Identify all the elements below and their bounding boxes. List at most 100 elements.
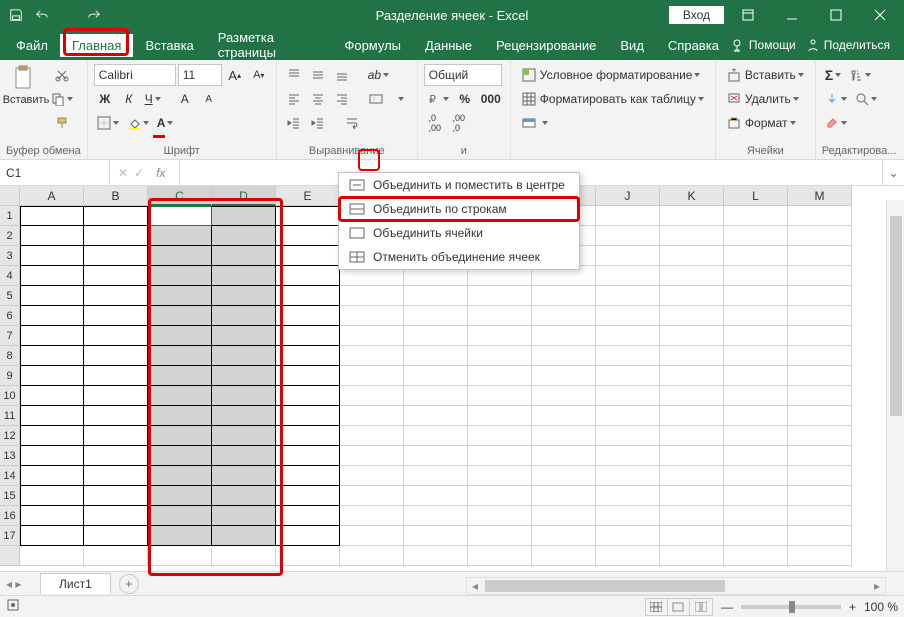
cell[interactable] — [468, 346, 532, 366]
cell[interactable] — [20, 306, 84, 326]
cell[interactable] — [20, 386, 84, 406]
cell[interactable] — [340, 486, 404, 506]
merge-button[interactable] — [365, 88, 387, 110]
cell[interactable] — [660, 506, 724, 526]
cell[interactable] — [84, 346, 148, 366]
cell[interactable] — [788, 366, 852, 386]
cell[interactable] — [148, 326, 212, 346]
cell[interactable] — [404, 286, 468, 306]
paste-button[interactable]: Вставить — [6, 64, 46, 108]
cell[interactable] — [84, 446, 148, 466]
cell[interactable] — [596, 406, 660, 426]
name-box[interactable]: C1 — [0, 160, 110, 185]
format-as-table-button[interactable]: Форматировать как таблицу — [517, 88, 709, 110]
cell[interactable] — [84, 246, 148, 266]
ribbon-options-button[interactable] — [728, 0, 768, 30]
column-header-L[interactable]: L — [724, 186, 788, 206]
undo-button[interactable] — [30, 3, 54, 27]
column-header-E[interactable]: E — [276, 186, 340, 206]
cell[interactable] — [276, 446, 340, 466]
cell[interactable] — [276, 466, 340, 486]
autosum-button[interactable]: Σ — [822, 64, 844, 86]
align-right-button[interactable] — [331, 88, 353, 110]
cell[interactable] — [148, 506, 212, 526]
page-layout-view-button[interactable] — [668, 599, 690, 615]
cell[interactable] — [660, 286, 724, 306]
cell[interactable] — [84, 526, 148, 546]
cell[interactable] — [532, 406, 596, 426]
cell[interactable] — [84, 386, 148, 406]
cell[interactable] — [20, 286, 84, 306]
cell[interactable] — [340, 426, 404, 446]
cell[interactable] — [660, 326, 724, 346]
merge-dropdown[interactable] — [389, 88, 411, 110]
cell[interactable] — [84, 366, 148, 386]
cell[interactable] — [276, 486, 340, 506]
cell[interactable] — [532, 326, 596, 346]
cell[interactable] — [404, 326, 468, 346]
cell[interactable] — [596, 326, 660, 346]
cell[interactable] — [788, 446, 852, 466]
tab-data[interactable]: Данные — [413, 34, 484, 57]
row-header-16[interactable]: 16 — [0, 506, 20, 526]
fill-button[interactable] — [822, 88, 850, 110]
cell[interactable] — [212, 366, 276, 386]
cell[interactable] — [468, 306, 532, 326]
cell[interactable] — [148, 426, 212, 446]
cell[interactable] — [404, 486, 468, 506]
wrap-text-button[interactable] — [341, 112, 363, 134]
cell[interactable] — [532, 346, 596, 366]
cell[interactable] — [404, 386, 468, 406]
cell[interactable] — [660, 426, 724, 446]
cell[interactable] — [212, 326, 276, 346]
grow-font-button[interactable]: A▴ — [224, 64, 246, 86]
bold-button[interactable]: Ж — [94, 88, 116, 110]
column-header-K[interactable]: K — [660, 186, 724, 206]
cell[interactable] — [532, 446, 596, 466]
tab-layout[interactable]: Разметка страницы — [206, 26, 333, 64]
cell[interactable] — [660, 366, 724, 386]
cell[interactable] — [724, 246, 788, 266]
cell[interactable] — [84, 426, 148, 446]
cell[interactable] — [84, 226, 148, 246]
cell[interactable] — [468, 526, 532, 546]
zoom-level[interactable]: 100 % — [864, 600, 898, 614]
cell[interactable] — [20, 346, 84, 366]
cell[interactable] — [596, 306, 660, 326]
cell[interactable] — [660, 486, 724, 506]
row-header-18[interactable] — [0, 546, 20, 566]
cell[interactable] — [468, 426, 532, 446]
cell[interactable] — [596, 466, 660, 486]
cell[interactable] — [404, 346, 468, 366]
cell[interactable] — [20, 206, 84, 226]
page-break-view-button[interactable] — [690, 599, 712, 615]
cell[interactable] — [660, 306, 724, 326]
enter-formula-button[interactable]: ✓ — [134, 166, 144, 180]
cell[interactable] — [212, 266, 276, 286]
row-header-9[interactable]: 9 — [0, 366, 20, 386]
cell[interactable] — [788, 346, 852, 366]
cell[interactable] — [20, 366, 84, 386]
cell[interactable] — [340, 306, 404, 326]
cell[interactable] — [276, 286, 340, 306]
cell[interactable] — [596, 266, 660, 286]
cell[interactable] — [724, 486, 788, 506]
cell[interactable] — [724, 306, 788, 326]
column-header-A[interactable]: A — [20, 186, 84, 206]
cell[interactable] — [596, 446, 660, 466]
formula-bar-expand[interactable]: ⌄ — [882, 160, 904, 185]
row-header-17[interactable]: 17 — [0, 526, 20, 546]
cell[interactable] — [20, 246, 84, 266]
cell[interactable] — [148, 346, 212, 366]
cell[interactable] — [84, 306, 148, 326]
cell[interactable] — [148, 366, 212, 386]
zoom-out-button[interactable]: — — [721, 600, 733, 614]
row-header-4[interactable]: 4 — [0, 266, 20, 286]
format-painter-button[interactable] — [48, 112, 76, 134]
superscript-button[interactable]: A — [174, 88, 196, 110]
share-button[interactable]: Поделиться — [806, 38, 890, 52]
column-header-M[interactable]: M — [788, 186, 852, 206]
cell[interactable] — [20, 406, 84, 426]
cell[interactable] — [212, 306, 276, 326]
cell[interactable] — [212, 446, 276, 466]
